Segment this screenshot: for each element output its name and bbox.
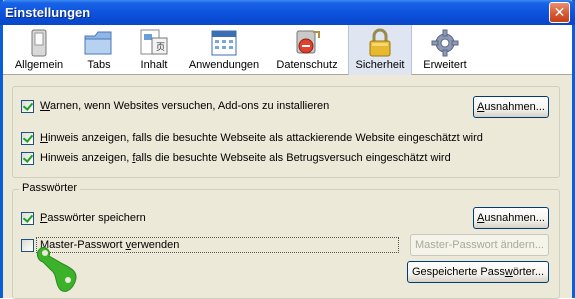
close-icon: ✕ [553,4,566,20]
tab-label: Inhalt [140,59,168,71]
window-title: Einstellungen [5,5,91,20]
passwords-group-label: Passwörter [19,182,81,194]
tab-sicherheit[interactable]: Sicherheit [348,25,412,75]
tabs-folder-icon [84,31,112,55]
privacy-icon [296,30,320,54]
settings-window: Einstellungen ✕ Allgemein Tabs 页 Inhalt … [0,0,575,299]
title-bar[interactable]: Einstellungen ✕ [0,0,575,25]
tab-label: Datenschutz [276,59,338,71]
tab-inhalt[interactable]: 页 Inhalt [131,25,177,75]
content-page-icon: 页 [140,29,168,55]
save-passwords-label: asswörter speichern [47,212,146,224]
tab-tabs[interactable]: Tabs [75,25,123,75]
attack-warning-label: inweis anzeigen, falls die besuchte Webs… [47,132,483,144]
gear-icon [431,29,459,57]
tab-label: Tabs [87,59,111,71]
tab-label: Sicherheit [355,59,405,71]
tab-datenschutz[interactable]: Datenschutz [271,25,343,75]
fraud-warning-label: alls die besuchte Webseite als Betrugsve… [135,152,451,164]
addons-warning-label: arnen, wenn Websites versuchen, Add-ons … [49,100,330,112]
tab-anwendungen[interactable]: Anwendungen [185,25,263,75]
tab-allgemein[interactable]: Allgemein [11,25,67,75]
tab-label: Anwendungen [188,59,260,71]
attack-warning-checkbox[interactable] [21,132,34,145]
tab-label: Allgemein [14,59,64,71]
saved-passwords-button[interactable]: Gespeicherte Passwörter... [407,261,549,283]
addons-warning-checkbox[interactable] [21,100,34,113]
change-master-password-button[interactable]: Master-Passwort ändern... [410,234,549,256]
tab-erweitert[interactable]: Erweitert [417,25,473,75]
lock-icon [369,28,391,57]
calendar-icon [211,30,237,56]
svg-text:页: 页 [156,42,165,52]
password-exceptions-button[interactable]: Ausnahmen... [473,207,549,229]
addons-exceptions-button[interactable]: Ausnahmen... [473,96,549,118]
save-passwords-checkbox[interactable] [21,212,34,225]
security-pane: Warnen, wenn Websites versuchen, Add-ons… [3,76,572,299]
category-toolbar: Allgemein Tabs 页 Inhalt Anwendungen Date… [3,25,572,75]
master-password-label: erwenden [131,239,180,251]
close-button[interactable]: ✕ [549,2,570,23]
tab-label: Erweitert [423,59,467,71]
switch-icon [31,29,47,57]
green-pointer-icon [36,247,77,292]
fraud-warning-checkbox[interactable] [21,152,34,165]
